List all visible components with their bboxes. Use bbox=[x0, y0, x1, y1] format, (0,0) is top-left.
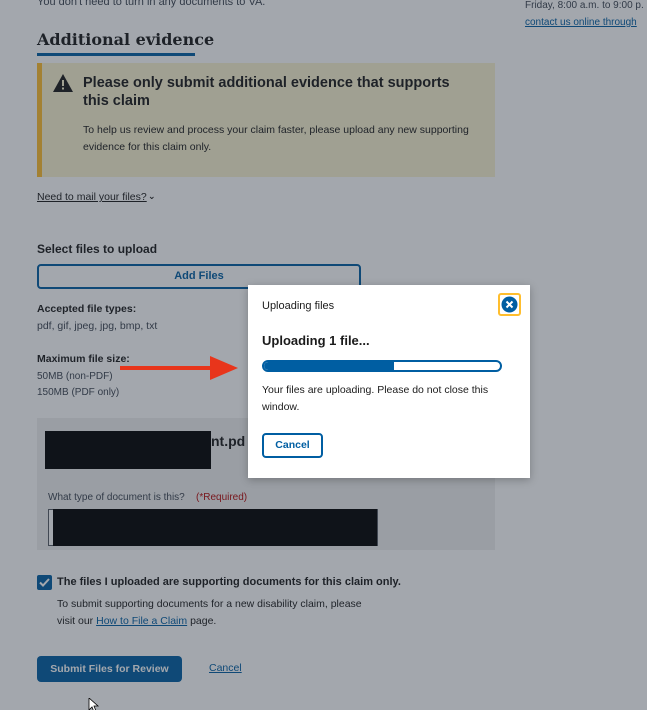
close-icon bbox=[501, 296, 518, 313]
modal-cancel-button[interactable]: Cancel bbox=[262, 433, 323, 458]
modal-title: Uploading 1 file... bbox=[262, 333, 370, 348]
upload-progress-fill bbox=[264, 362, 394, 370]
upload-progress-bar bbox=[262, 360, 502, 372]
modal-body: Your files are uploading. Please do not … bbox=[262, 384, 489, 413]
modal-close-button[interactable] bbox=[498, 293, 521, 316]
arrow-right-icon bbox=[120, 356, 238, 380]
claim-upload-page: You don't need to turn in any documents … bbox=[0, 0, 647, 710]
modal-eyebrow: Uploading files bbox=[262, 300, 335, 312]
mouse-cursor-icon bbox=[88, 698, 100, 710]
